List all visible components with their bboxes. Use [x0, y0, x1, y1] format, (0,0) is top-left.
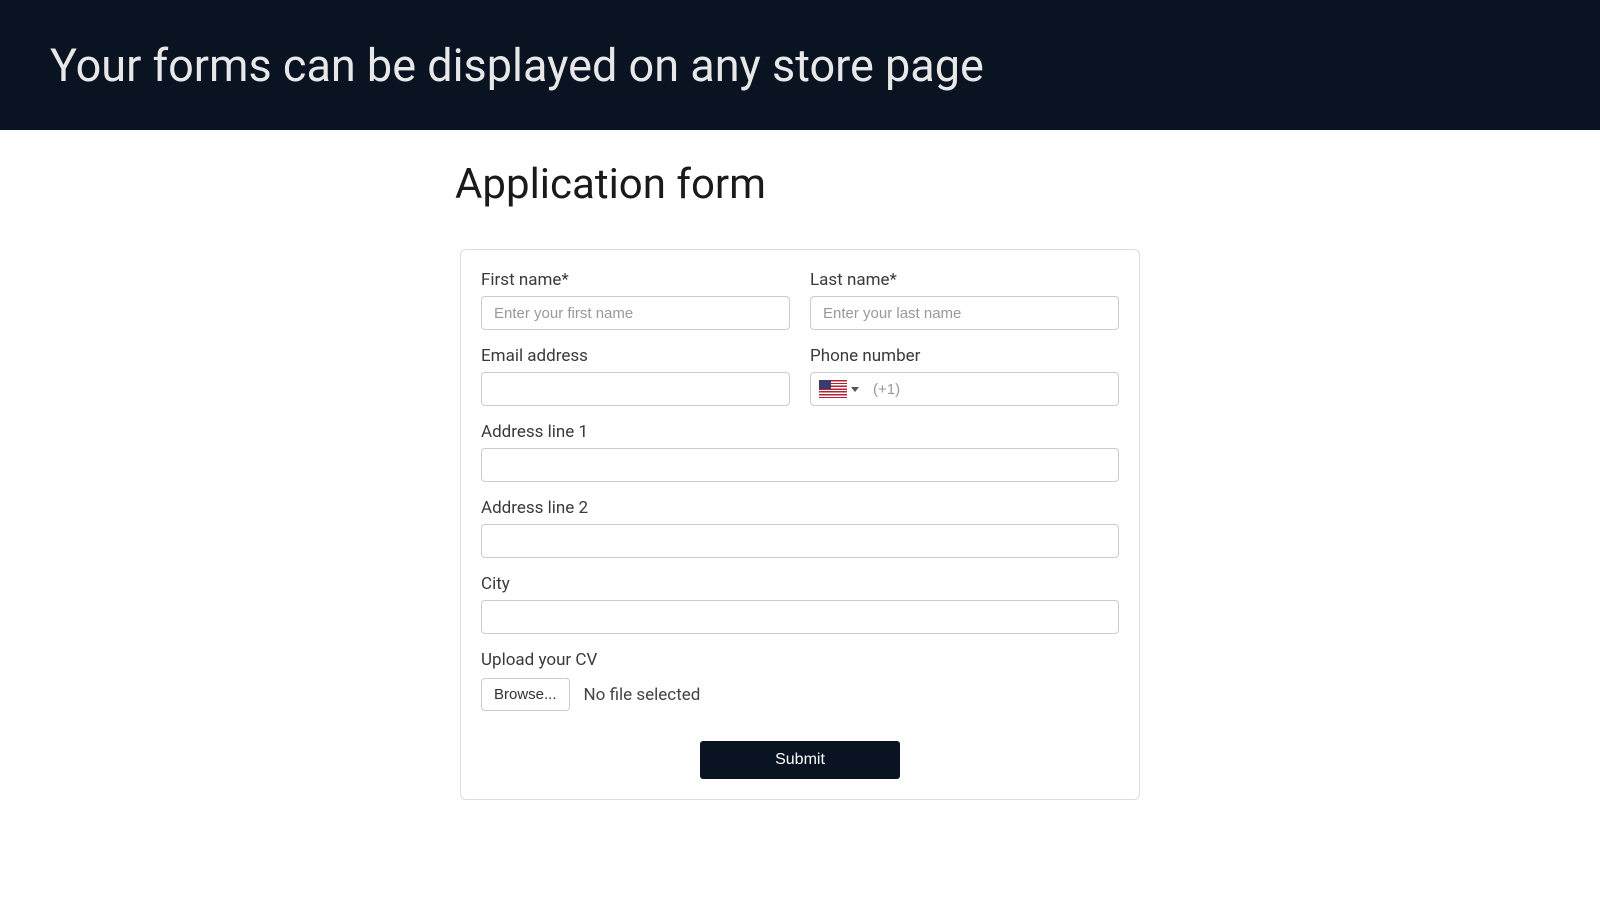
- upload-label: Upload your CV: [481, 650, 1119, 670]
- us-flag-icon: [819, 380, 847, 398]
- address1-input[interactable]: [481, 448, 1119, 482]
- first-name-input[interactable]: [481, 296, 790, 330]
- address1-label: Address line 1: [481, 422, 1119, 442]
- email-input[interactable]: [481, 372, 790, 406]
- last-name-label: Last name*: [810, 270, 1119, 290]
- phone-input[interactable]: [867, 373, 1118, 405]
- city-label: City: [481, 574, 1119, 594]
- header-title: Your forms can be displayed on any store…: [50, 39, 984, 92]
- first-name-label: First name*: [481, 270, 790, 290]
- country-code-select[interactable]: [811, 380, 867, 398]
- form-title: Application form: [455, 160, 1140, 209]
- application-form: First name* Last name* Email address Pho…: [460, 249, 1140, 800]
- email-label: Email address: [481, 346, 790, 366]
- browse-button[interactable]: Browse...: [481, 678, 570, 711]
- main-container: Application form First name* Last name* …: [450, 130, 1150, 840]
- last-name-input[interactable]: [810, 296, 1119, 330]
- page-header: Your forms can be displayed on any store…: [0, 0, 1600, 130]
- address2-input[interactable]: [481, 524, 1119, 558]
- chevron-down-icon: [851, 387, 859, 392]
- submit-button[interactable]: Submit: [700, 741, 900, 779]
- address2-label: Address line 2: [481, 498, 1119, 518]
- phone-label: Phone number: [810, 346, 1119, 366]
- city-input[interactable]: [481, 600, 1119, 634]
- phone-field-wrap: [810, 372, 1119, 406]
- file-status-text: No file selected: [584, 685, 701, 705]
